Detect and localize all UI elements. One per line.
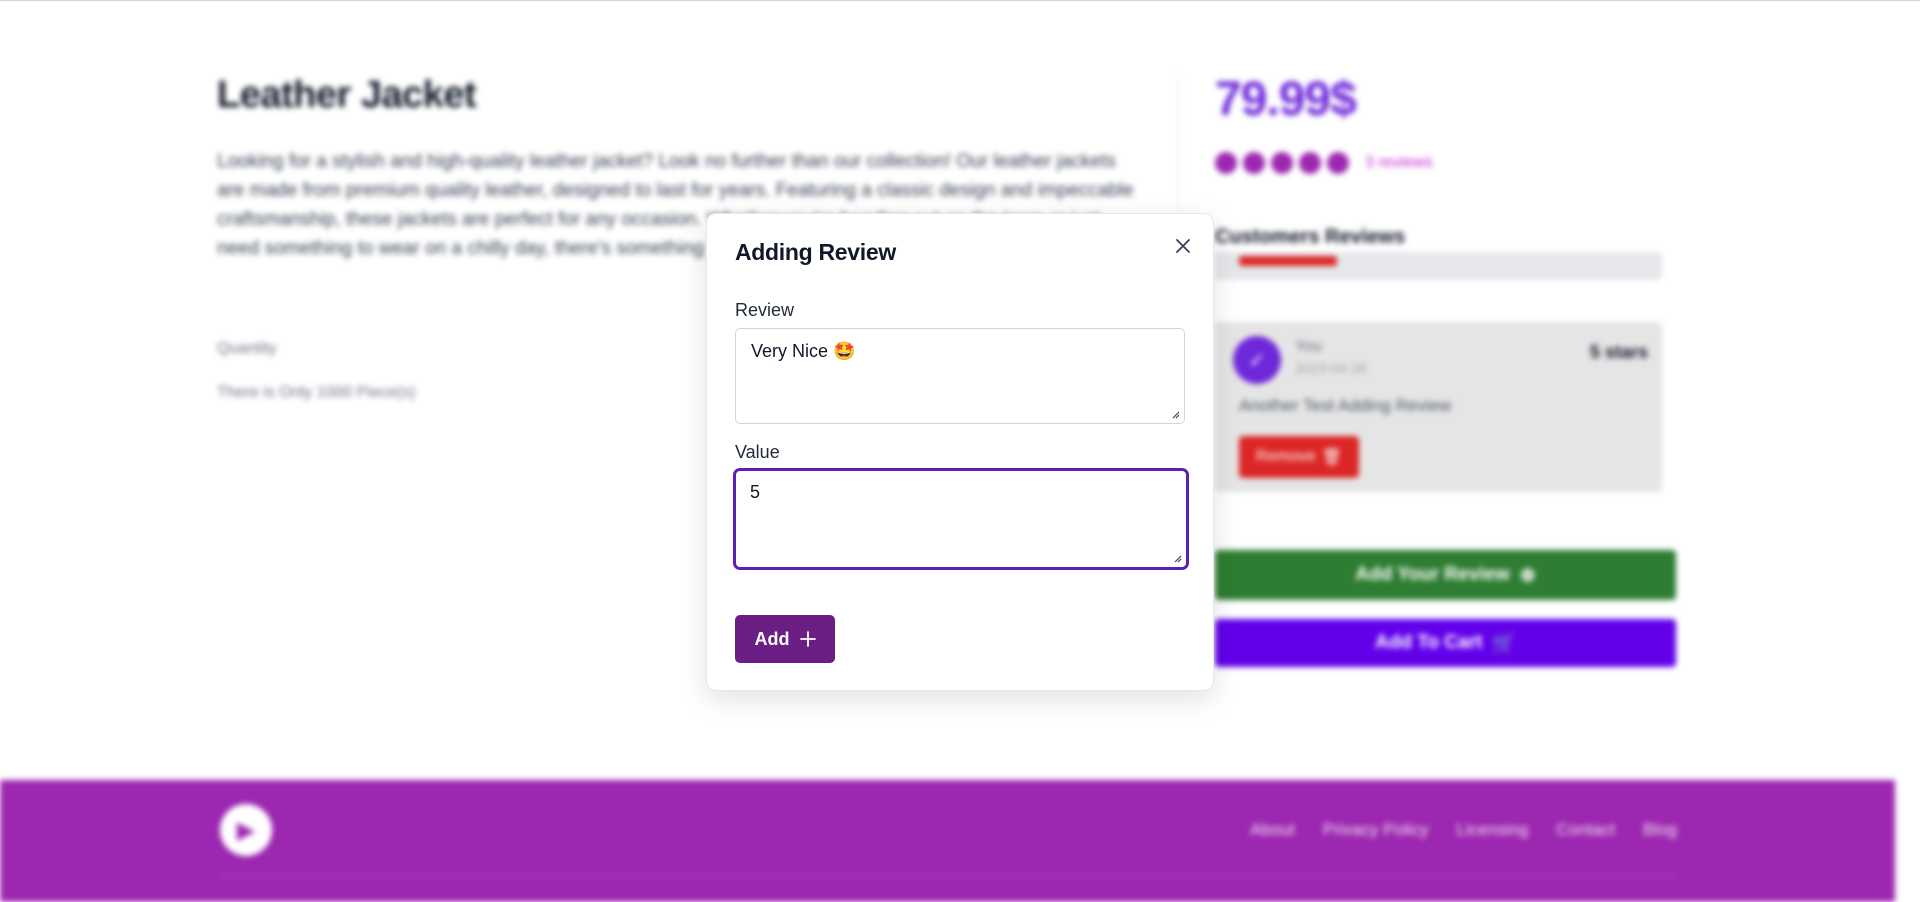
footer-link-about[interactable]: About (1250, 820, 1294, 840)
add-button-label: Add (754, 628, 790, 649)
customer-reviews-title: Customers Reviews (1215, 226, 1406, 248)
resize-grip-icon[interactable] (1170, 409, 1180, 419)
rating-bar (1215, 252, 1662, 280)
review-card: ✓ You 2023-04-28 5 stars Another Test Ad… (1215, 322, 1662, 492)
value-label: Value (735, 442, 780, 462)
value-textarea[interactable]: 5 (733, 468, 1189, 570)
trash-icon: 🗑 (1321, 449, 1342, 466)
add-button[interactable]: Add (735, 615, 835, 663)
remove-label: Remove (1256, 448, 1316, 465)
reviews-count-link[interactable]: 3 reviews (1365, 154, 1433, 172)
review-user: You (1295, 338, 1322, 355)
dialog-title: Adding Review (735, 239, 896, 265)
adding-review-dialog: Adding Review Review Very Nice 🤩 Value 5… (706, 213, 1214, 691)
add-circle-icon: ⊕ (1519, 564, 1536, 586)
star-icon (1271, 152, 1293, 174)
star-icon (1327, 152, 1349, 174)
close-icon[interactable] (1171, 234, 1195, 258)
footer: ▶ About Privacy Policy Licensing Contact… (0, 780, 1895, 902)
review-label: Review (735, 300, 795, 320)
review-date: 2023-04-28 (1295, 360, 1367, 376)
review-stars: 5 stars (1589, 342, 1648, 362)
user-check-icon: ✓ (1233, 336, 1281, 384)
play-logo-icon[interactable]: ▶ (220, 804, 272, 856)
add-your-review-button[interactable]: Add Your Review ⊕ (1215, 550, 1676, 600)
cart-icon: 🛒 (1492, 633, 1516, 654)
star-icon (1243, 152, 1265, 174)
footer-link-blog[interactable]: Blog (1643, 820, 1677, 840)
value-textarea-value: 5 (750, 482, 761, 502)
add-to-cart-button[interactable]: Add To Cart 🛒 (1215, 619, 1676, 667)
stock-text: There is Only 1000 Piece(s) (217, 384, 416, 401)
product-title: Leather Jacket (217, 74, 477, 116)
review-text: Another Test Adding Review (1239, 396, 1452, 415)
add-to-cart-label: Add To Cart (1375, 632, 1483, 653)
resize-grip-icon[interactable] (1172, 553, 1182, 563)
rating-bar-fill (1239, 256, 1337, 266)
add-review-label: Add Your Review (1355, 564, 1510, 585)
quantity-label: Quantity (217, 340, 277, 357)
footer-link-privacy[interactable]: Privacy Policy (1323, 820, 1429, 840)
footer-divider (220, 876, 1676, 877)
review-textarea-value: Very Nice 🤩 (751, 341, 856, 361)
product-price: 79.99$ (1215, 73, 1357, 126)
remove-review-button[interactable]: Remove 🗑 (1239, 436, 1359, 478)
footer-link-contact[interactable]: Contact (1556, 820, 1615, 840)
footer-link-licensing[interactable]: Licensing (1457, 820, 1529, 840)
star-icon (1215, 152, 1237, 174)
star-icon (1299, 152, 1321, 174)
review-textarea[interactable]: Very Nice 🤩 (735, 328, 1185, 424)
footer-links: About Privacy Policy Licensing Contact B… (1250, 820, 1677, 840)
plus-icon (799, 631, 816, 647)
rating-row: 3 reviews (1215, 152, 1433, 174)
